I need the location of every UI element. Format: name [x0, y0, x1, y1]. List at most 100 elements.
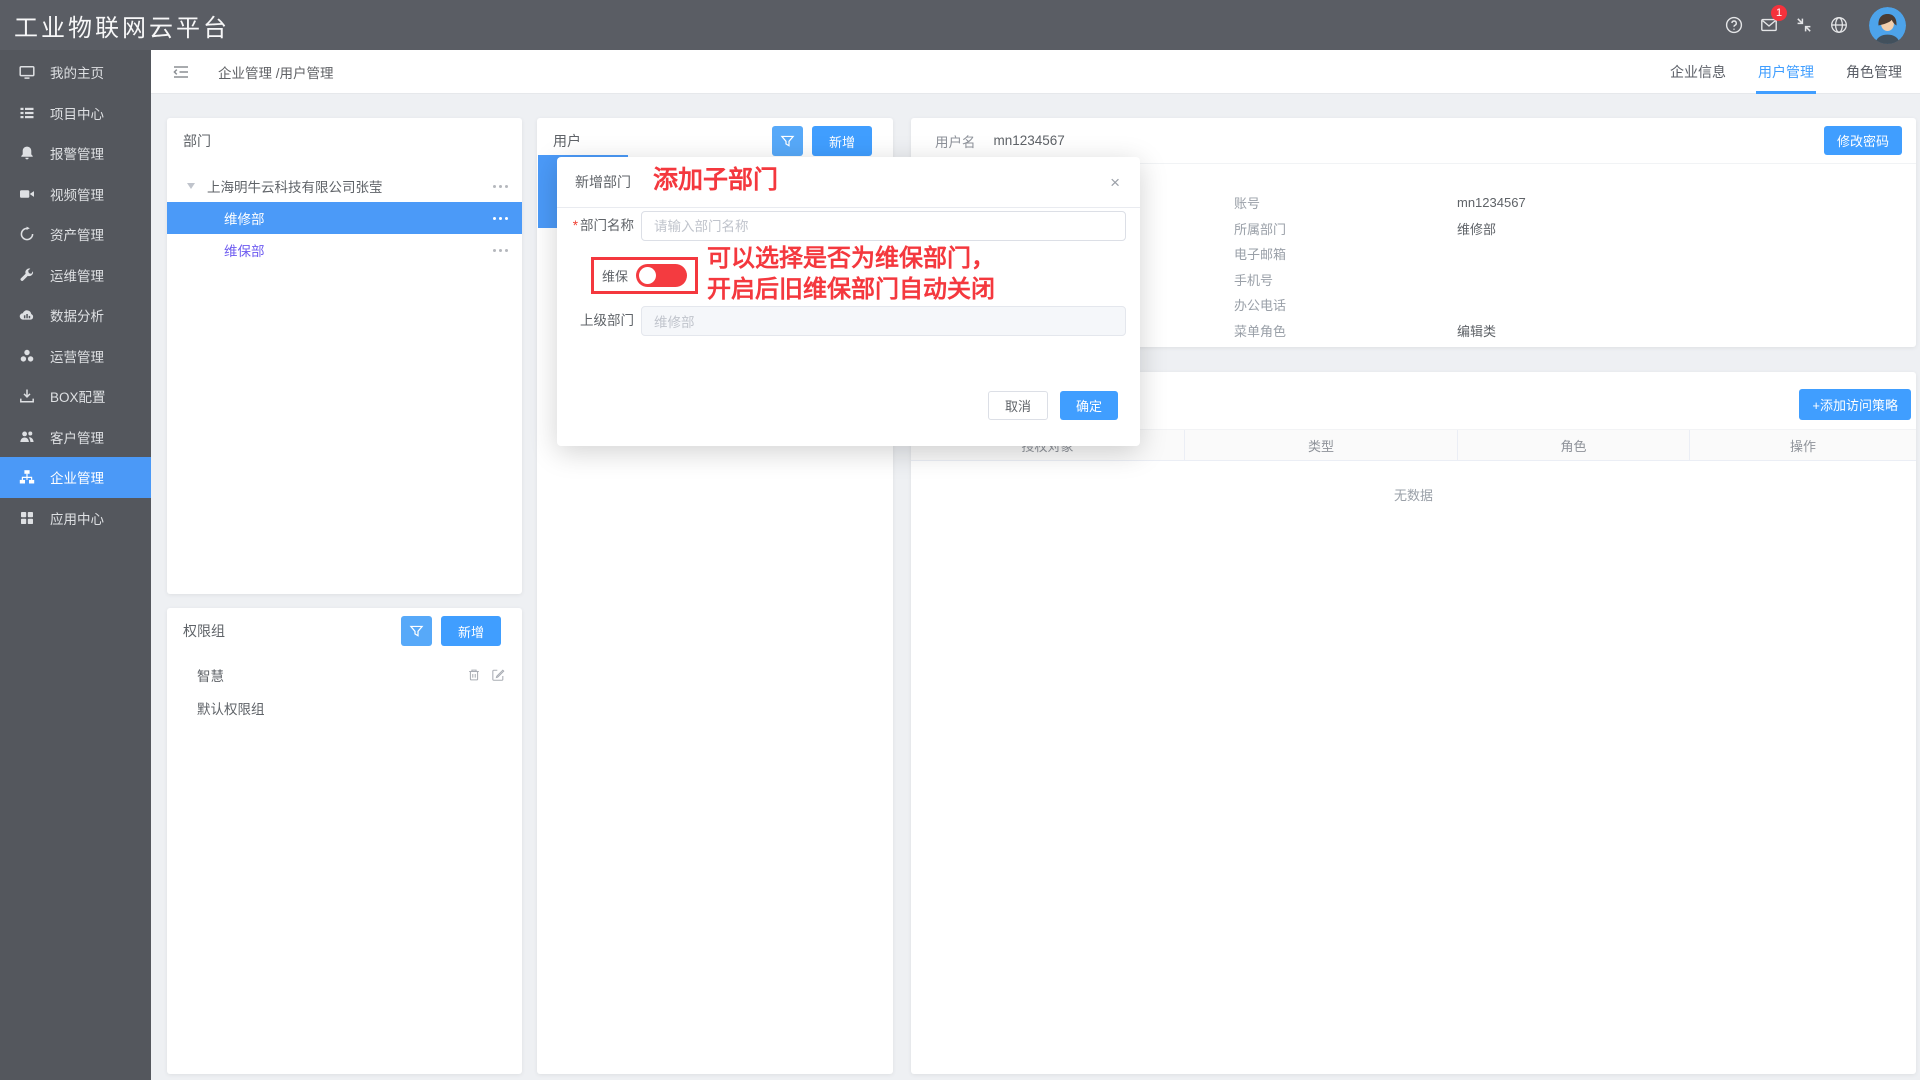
customers-icon — [19, 429, 35, 445]
parent-dept-label: 上级部门 — [570, 306, 634, 336]
org-chart-icon — [19, 469, 35, 485]
header-actions: 1 — [1725, 0, 1920, 50]
sidebar-item-enterprise[interactable]: 企业管理 — [0, 457, 151, 498]
sidebar-item-alarms[interactable]: 报警管理 — [0, 133, 151, 174]
language-globe-icon[interactable] — [1830, 16, 1848, 34]
tree-node-maintenance-dept[interactable]: 维保部 — [167, 234, 522, 266]
more-actions-icon[interactable] — [493, 217, 496, 220]
help-icon[interactable] — [1725, 16, 1743, 34]
funnel-icon — [409, 624, 424, 639]
user-info-grid: 账号mn1234567 所属部门维修部 电子邮箱 手机号 办公电话 菜单角色编辑… — [1234, 190, 1526, 343]
apps-grid-icon — [19, 510, 35, 526]
field-label: 电子邮箱 — [1234, 244, 1457, 263]
circles-icon — [19, 348, 35, 364]
message-count-badge: 1 — [1771, 5, 1787, 21]
dept-name-label: *部门名称 — [570, 211, 634, 241]
top-header: 工业物联网云平台 1 — [0, 0, 1920, 50]
tree-node-repair-dept[interactable]: 维修部 — [167, 202, 522, 234]
permission-group-item[interactable]: 智慧 — [167, 658, 522, 691]
annotation-switch-note: 可以选择是否为维保部门， 开启后旧维保部门自动关闭 — [707, 243, 995, 305]
parent-dept-input[interactable] — [641, 306, 1126, 336]
avatar-image — [1869, 7, 1906, 44]
sidebar-item-home[interactable]: 我的主页 — [0, 52, 151, 93]
sidebar-item-box-config[interactable]: BOX配置 — [0, 376, 151, 417]
messages-button[interactable]: 1 — [1760, 16, 1778, 34]
annotation-add-subdept: 添加子部门 — [653, 168, 778, 193]
field-value: 编辑类 — [1457, 321, 1496, 340]
change-password-button[interactable]: 修改密码 — [1824, 126, 1902, 155]
sidebar-item-projects[interactable]: 项目中心 — [0, 93, 151, 134]
recycle-icon — [19, 226, 35, 242]
bell-icon — [19, 145, 35, 161]
sidebar-item-data-analysis[interactable]: 数据分析 — [0, 295, 151, 336]
sidebar-nav: 我的主页 项目中心 报警管理 视频管理 资产管理 运维管理 数据分析 运营管理 — [0, 50, 151, 1080]
column-header[interactable]: 角色 — [1458, 430, 1690, 460]
users-add-button[interactable]: 新增 — [812, 126, 872, 156]
list-icon — [19, 105, 35, 121]
wrench-icon — [19, 267, 35, 283]
users-filter-button[interactable] — [772, 126, 803, 156]
video-camera-icon — [19, 186, 35, 202]
field-value: mn1234567 — [1457, 195, 1526, 210]
add-access-policy-button[interactable]: +添加访问策略 — [1799, 389, 1911, 420]
user-avatar[interactable] — [1869, 7, 1906, 44]
sidebar-item-customers[interactable]: 客户管理 — [0, 417, 151, 458]
app-root: 工业物联网云平台 1 我的主页 项目中心 报警管理 — [0, 0, 1920, 1080]
dept-name-input[interactable] — [641, 211, 1126, 241]
permission-panel-title: 权限组 — [183, 621, 225, 641]
sidebar-item-video[interactable]: 视频管理 — [0, 174, 151, 215]
username-label: 用户名 — [935, 131, 976, 151]
tab-user-management[interactable]: 用户管理 — [1742, 50, 1830, 94]
access-policy-panel: +添加访问策略 授权对象 类型 角色 操作 无数据 — [911, 372, 1916, 1074]
field-label: 所属部门 — [1234, 219, 1457, 238]
users-panel-title: 用户 — [553, 131, 581, 151]
download-icon — [19, 388, 35, 404]
menu-fold-icon[interactable] — [172, 63, 190, 81]
permission-group-panel: 权限组 新增 智慧 默认权限组 — [167, 608, 522, 1074]
field-label: 办公电话 — [1234, 295, 1457, 314]
department-panel: 部门 上海明牛云科技有限公司张莹 维修部 维保部 — [167, 118, 522, 594]
add-department-modal: 新增部门 添加子部门 × *部门名称 维保 可以选择是否为维保部门， 开启后旧维… — [557, 157, 1140, 446]
tree-node-company[interactable]: 上海明牛云科技有限公司张莹 — [167, 170, 522, 202]
sidebar-item-ops[interactable]: 运维管理 — [0, 255, 151, 296]
page-tabs: 企业信息 用户管理 角色管理 — [1654, 50, 1918, 94]
permission-add-button[interactable]: 新增 — [441, 616, 501, 646]
maintenance-switch-label: 维保 — [602, 266, 628, 285]
cloud-chart-icon — [19, 307, 35, 323]
tab-role-management[interactable]: 角色管理 — [1830, 50, 1918, 94]
exit-fullscreen-icon[interactable] — [1795, 16, 1813, 34]
column-header[interactable]: 操作 — [1690, 430, 1916, 460]
sidebar-item-app-center[interactable]: 应用中心 — [0, 498, 151, 539]
caret-down-icon[interactable] — [187, 183, 195, 189]
field-label: 账号 — [1234, 193, 1457, 212]
app-logo: 工业物联网云平台 — [0, 8, 230, 43]
delete-icon[interactable] — [467, 668, 481, 682]
sidebar-item-assets[interactable]: 资产管理 — [0, 214, 151, 255]
confirm-button[interactable]: 确定 — [1060, 391, 1118, 420]
sidebar-item-operations[interactable]: 运营管理 — [0, 336, 151, 377]
funnel-icon — [780, 134, 795, 149]
more-actions-icon[interactable] — [493, 185, 496, 188]
close-icon[interactable]: × — [1110, 174, 1120, 191]
department-tree: 上海明牛云科技有限公司张莹 维修部 维保部 — [167, 170, 522, 266]
permission-group-item[interactable]: 默认权限组 — [167, 691, 522, 724]
permission-filter-button[interactable] — [401, 616, 432, 646]
column-header[interactable]: 类型 — [1185, 430, 1458, 460]
cancel-button[interactable]: 取消 — [988, 391, 1048, 420]
modal-title: 新增部门 — [575, 172, 631, 192]
field-label: 手机号 — [1234, 270, 1457, 289]
more-actions-icon[interactable] — [493, 249, 496, 252]
permission-group-list: 智慧 默认权限组 — [167, 658, 522, 724]
tab-enterprise-info[interactable]: 企业信息 — [1654, 50, 1742, 94]
field-label: 菜单角色 — [1234, 321, 1457, 340]
username-value: mn1234567 — [994, 133, 1065, 148]
maintenance-toggle[interactable] — [636, 264, 687, 287]
annotation-box-switch: 维保 — [591, 257, 698, 294]
breadcrumb: 企业管理 /用户管理 — [218, 62, 334, 82]
empty-table-text: 无数据 — [911, 485, 1916, 504]
department-panel-title: 部门 — [183, 131, 211, 151]
field-value: 维修部 — [1457, 219, 1496, 238]
breadcrumb-bar: 企业管理 /用户管理 企业信息 用户管理 角色管理 — [151, 50, 1920, 94]
edit-icon[interactable] — [491, 668, 505, 682]
monitor-icon — [19, 64, 35, 80]
